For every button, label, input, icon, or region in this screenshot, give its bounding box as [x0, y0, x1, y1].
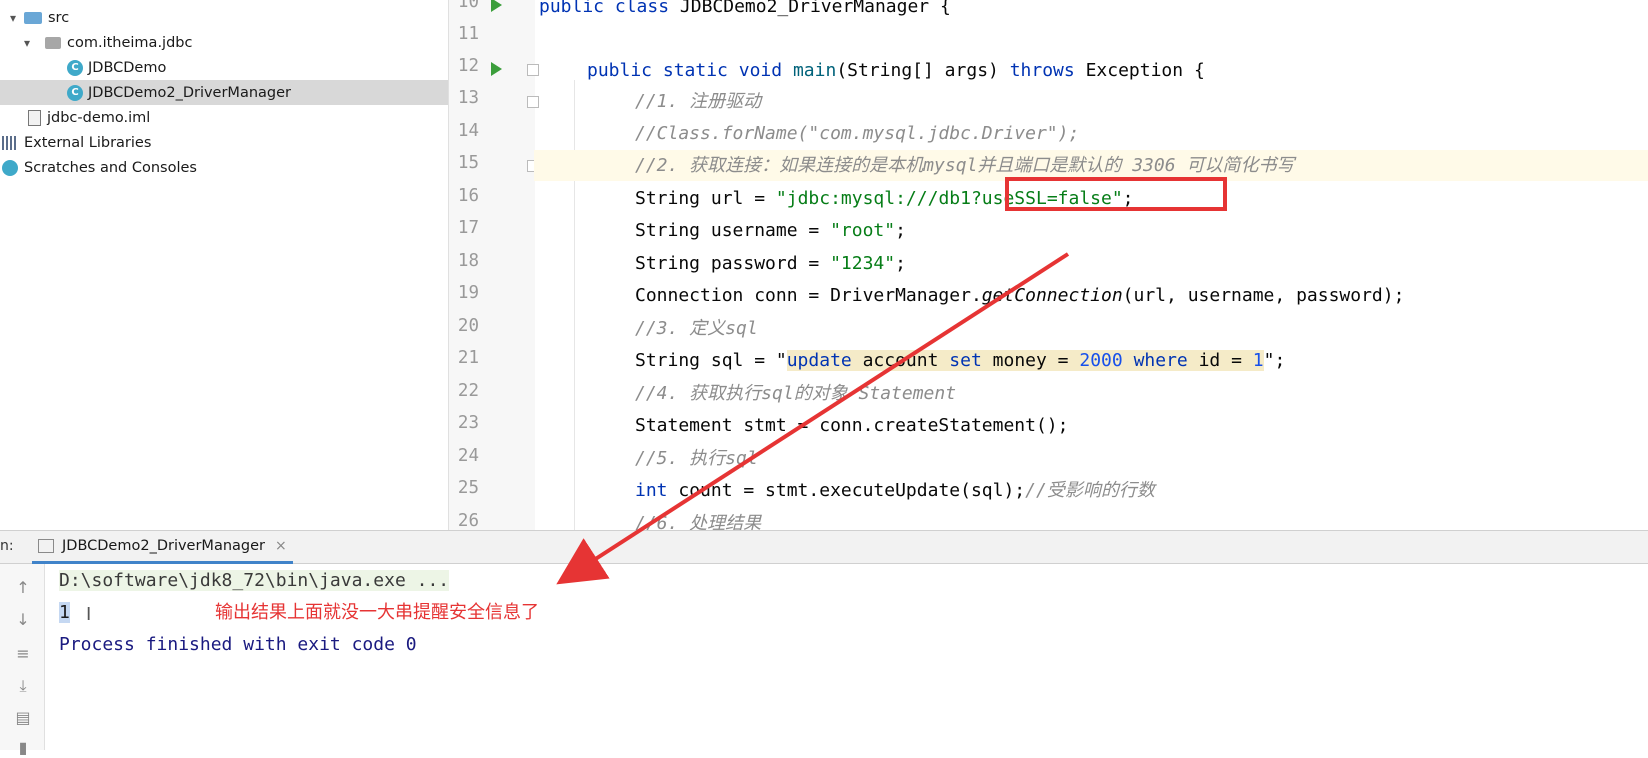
chevron-down-icon[interactable]: ▾	[10, 11, 16, 25]
code-editor[interactable]: 10 11 12 13 14 15 16 17 18 19 20 21 22 2…	[448, 0, 1648, 534]
line-number: 26	[457, 511, 479, 531]
code-line-22: //4. 获取执行sql的对象 Statement	[635, 383, 957, 404]
line-number: 19	[457, 283, 479, 303]
line-number: 10	[457, 0, 479, 12]
run-label: n:	[0, 538, 14, 554]
code-line-21: String sql = "update account set money =…	[635, 350, 1286, 371]
tree-item-label: jdbc-demo.iml	[47, 109, 151, 126]
class-icon: C	[67, 84, 83, 101]
tab-jdbcdemo2-drivermanager[interactable]: JDBCDemo2_DriverManager ×	[32, 531, 293, 564]
text-cursor-icon: I	[86, 604, 92, 625]
code-line-14: //Class.forName("com.mysql.jdbc.Driver")…	[635, 123, 1080, 144]
file-icon	[28, 109, 41, 126]
tree-item-label: JDBCDemo	[88, 59, 167, 76]
project-tree: ▾ src ▾ com.itheima.jdbc C JDBCDemo C JD…	[0, 0, 448, 530]
line-number: 14	[457, 121, 479, 141]
chevron-down-icon[interactable]: ▾	[24, 36, 30, 50]
run-tool-window: n: JDBCDemo2_DriverManager × ↑ ↓ ≡ ⤓ ▤ ▮…	[0, 530, 1648, 757]
line-number: 24	[457, 446, 479, 466]
print-icon[interactable]: ▤	[13, 708, 33, 728]
close-tab-icon[interactable]: ×	[275, 538, 287, 554]
class-icon: C	[67, 59, 83, 76]
tree-item-external-libraries[interactable]: External Libraries	[0, 130, 448, 155]
line-number: 21	[457, 348, 479, 368]
tree-item-jdbcdemo[interactable]: C JDBCDemo	[0, 55, 448, 80]
up-arrow-icon[interactable]: ↑	[13, 578, 33, 598]
line-number: 17	[457, 218, 479, 238]
tree-item-label: External Libraries	[24, 134, 152, 151]
highlight-box	[1005, 177, 1227, 211]
code-line-13: //1. 注册驱动	[635, 91, 762, 112]
tree-item-iml[interactable]: jdbc-demo.iml	[0, 105, 448, 130]
tree-item-jdbcdemo2-drivermanager[interactable]: C JDBCDemo2_DriverManager	[0, 80, 448, 105]
console-output-value: 1	[59, 602, 70, 623]
line-number: 13	[457, 88, 479, 108]
line-number: 20	[457, 316, 479, 336]
tab-label: JDBCDemo2_DriverManager	[62, 538, 265, 554]
line-number: 16	[457, 186, 479, 206]
annotation-text: 输出结果上面就没一大串提醒安全信息了	[215, 602, 539, 623]
run-main-icon[interactable]	[491, 62, 502, 76]
folder-icon	[24, 11, 42, 24]
line-number: 18	[457, 251, 479, 271]
tree-item-package[interactable]: ▾ com.itheima.jdbc	[0, 30, 448, 55]
soft-wrap-icon[interactable]: ≡	[13, 644, 33, 664]
trash-icon[interactable]: ▮	[13, 738, 33, 758]
scratches-icon	[2, 159, 18, 176]
code-line-12: public static void main(String[] args) t…	[587, 60, 1205, 81]
line-number: 22	[457, 381, 479, 401]
code-line-10: public class JDBCDemo2_DriverManager {	[539, 0, 951, 17]
code-area[interactable]: public class JDBCDemo2_DriverManager { p…	[534, 0, 1648, 534]
run-toolbar: ↑ ↓ ≡ ⤓ ▤ ▮	[0, 564, 45, 757]
code-line-17: String username = "root";	[635, 220, 906, 241]
line-number: 23	[457, 413, 479, 433]
line-number: 25	[457, 478, 479, 498]
code-line-24: //5. 执行sql	[635, 448, 758, 469]
code-line-18: String password = "1234";	[635, 253, 906, 274]
down-arrow-icon[interactable]: ↓	[13, 610, 33, 630]
package-icon	[45, 36, 61, 49]
console-exit-line: Process finished with exit code 0	[59, 634, 417, 655]
libraries-icon	[2, 135, 18, 150]
line-number: 11	[457, 24, 479, 44]
tree-item-src[interactable]: ▾ src	[0, 5, 448, 30]
code-line-25: int count = stmt.executeUpdate(sql);//受影…	[635, 480, 1155, 501]
code-line-20: //3. 定义sql	[635, 318, 758, 339]
editor-gutter: 10 11 12 13 14 15 16 17 18 19 20 21 22 2…	[448, 0, 539, 531]
tree-item-scratches[interactable]: Scratches and Consoles	[0, 155, 448, 180]
tree-item-label: com.itheima.jdbc	[67, 34, 193, 51]
run-class-icon[interactable]	[491, 0, 502, 12]
tree-item-label: src	[48, 9, 70, 26]
tree-item-label: Scratches and Consoles	[24, 159, 197, 176]
scroll-to-end-icon[interactable]: ⤓	[13, 676, 33, 696]
code-line-19: Connection conn = DriverManager.getConne…	[635, 285, 1405, 306]
line-number: 12	[457, 56, 479, 76]
code-line-23: Statement stmt = conn.createStatement();	[635, 415, 1069, 436]
line-number: 15	[457, 153, 479, 173]
console-command-line: D:\software\jdk8_72\bin\java.exe ...	[59, 570, 450, 591]
tree-item-label: JDBCDemo2_DriverManager	[88, 84, 291, 101]
run-tab-bar: n: JDBCDemo2_DriverManager ×	[0, 530, 1648, 564]
run-config-icon	[38, 539, 54, 553]
